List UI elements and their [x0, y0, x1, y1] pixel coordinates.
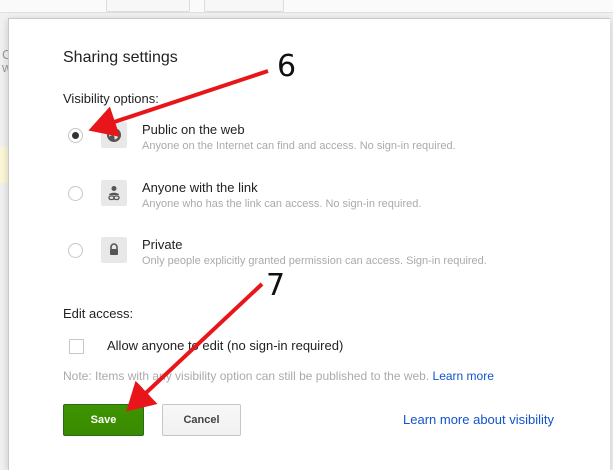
- annotation-step-6: 6: [277, 49, 297, 84]
- annotation-arrows: [88, 69, 269, 412]
- annotation-step-7: 7: [266, 268, 286, 303]
- arrow-to-save-button: [126, 282, 264, 412]
- arrow-to-public-option: [88, 69, 269, 137]
